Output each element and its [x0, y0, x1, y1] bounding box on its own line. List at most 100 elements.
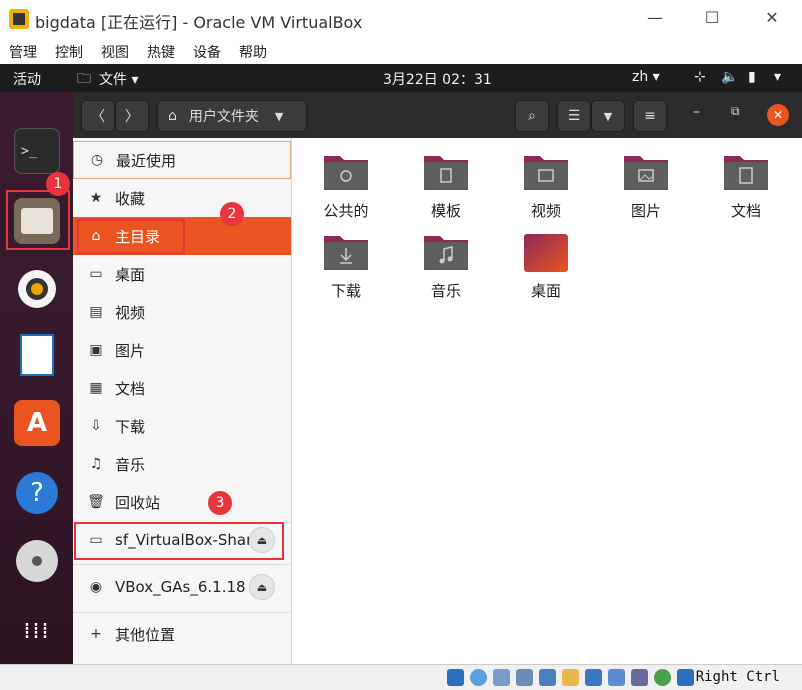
share-icon — [324, 156, 368, 190]
terminal-icon[interactable]: >_ — [14, 128, 60, 174]
recording-icon[interactable] — [608, 669, 625, 686]
menu-hotkey[interactable]: 热键 — [147, 42, 175, 62]
sidebar-separator — [73, 564, 291, 565]
annotation-badge-2: 2 — [220, 202, 244, 226]
sidebar-item-pictures[interactable]: ▣ 图片 — [73, 331, 291, 369]
sidebar-label: 其他位置 — [115, 625, 176, 644]
hamburger-menu-button[interactable]: ≡ — [633, 100, 667, 132]
menu-manage[interactable]: 管理 — [9, 42, 37, 62]
folder-label: 下载 — [330, 282, 361, 300]
disc-icon: ◉ — [89, 579, 103, 595]
sidebar-item-other-locations[interactable]: + 其他位置 — [73, 615, 291, 653]
optical-drive-icon[interactable] — [470, 669, 487, 686]
sidebar-item-desktop[interactable]: ▭ 桌面 — [73, 255, 291, 293]
sidebar-item-downloads[interactable]: ⇩ 下载 — [73, 407, 291, 445]
folder-documents[interactable]: 文档 — [708, 144, 788, 224]
menu-control[interactable]: 控制 — [55, 42, 83, 62]
folder-music[interactable]: 音乐 — [408, 224, 488, 304]
folder-label: 音乐 — [430, 282, 461, 300]
network-adapter-icon[interactable] — [516, 669, 533, 686]
sidebar-label: 下载 — [115, 417, 146, 436]
sidebar-label: 回收站 — [115, 493, 161, 512]
eject-icon[interactable]: ⏏ — [249, 574, 275, 600]
sidebar-label: 音乐 — [115, 455, 146, 474]
vbox-title-bar: bigdata [正在运行] - Oracle VM VirtualBox — … — [0, 0, 802, 38]
menu-devices[interactable]: 设备 — [193, 42, 221, 62]
folder-label: 桌面 — [530, 282, 561, 300]
system-menu-arrow-icon[interactable]: ▾ — [774, 69, 781, 85]
close-window-button[interactable]: ✕ — [767, 104, 789, 126]
desktop-icon: ▭ — [89, 266, 103, 282]
audio-icon[interactable] — [493, 669, 510, 686]
maximize-button[interactable]: ☐ — [700, 8, 724, 30]
sidebar-item-documents[interactable]: ▦ 文档 — [73, 369, 291, 407]
restore-window-button[interactable]: ⧉ — [731, 104, 740, 119]
folder-public[interactable]: 公共的 — [308, 144, 388, 224]
cpu-icon[interactable] — [631, 669, 648, 686]
vt-x-icon[interactable] — [654, 669, 671, 686]
image-icon: ▣ — [89, 342, 103, 358]
libreoffice-writer-icon[interactable] — [14, 332, 60, 378]
ubuntu-software-icon[interactable]: A — [14, 400, 60, 446]
search-button[interactable]: ⌕ — [515, 100, 549, 132]
folder-videos[interactable]: 视频 — [508, 144, 588, 224]
chevron-down-icon: ▼ — [274, 109, 284, 123]
folder-label: 模板 — [430, 202, 461, 220]
clock[interactable]: 3月22日 02：31 — [383, 69, 492, 89]
sidebar-item-vbox-gas[interactable]: ◉ VBox_GAs_6.1.18 ⏏ — [73, 568, 291, 606]
language-indicator[interactable]: zh ▾ — [632, 69, 660, 85]
folder-label: 图片 — [630, 202, 661, 220]
activities-button[interactable]: 活动 — [13, 69, 41, 89]
rhythmbox-icon[interactable] — [14, 266, 60, 312]
sidebar-separator — [73, 612, 291, 613]
folder-desktop[interactable]: 桌面 — [508, 224, 588, 304]
home-icon: ⌂ — [168, 108, 177, 124]
plus-icon: + — [90, 626, 102, 642]
sidebar-item-starred[interactable]: ★ 收藏 — [73, 179, 291, 217]
display-icon[interactable] — [585, 669, 602, 686]
sidebar-item-recent[interactable]: ◷ 最近使用 — [73, 141, 291, 179]
sidebar-label: VBox_GAs_6.1.18 — [115, 578, 246, 596]
minimize-window-button[interactable]: – — [693, 104, 700, 120]
usb-icon[interactable] — [539, 669, 556, 686]
download-icon: ⇩ — [90, 418, 102, 434]
shared-folders-icon[interactable] — [562, 669, 579, 686]
optical-disc-icon[interactable] — [14, 538, 60, 584]
volume-icon[interactable]: 🔈 — [721, 69, 738, 85]
document-icon: ▦ — [89, 380, 103, 396]
menu-view[interactable]: 视图 — [101, 42, 129, 62]
storage-icon[interactable] — [447, 669, 464, 686]
clock-icon: ◷ — [90, 152, 104, 168]
minimize-button[interactable]: — — [643, 8, 667, 30]
files-sidebar: ◷ 最近使用 ★ 收藏 ⌂ 主目录 ▭ 桌面 ▤ 视频 ▣ 图片 ▦ 文档 ⇩ 下载 ♫ 音乐 🗑… — [73, 138, 292, 664]
sidebar-label: 文档 — [115, 379, 146, 398]
folder-pictures[interactable]: 图片 — [608, 144, 688, 224]
window-title: bigdata [正在运行] - Oracle VM VirtualBox — [35, 13, 363, 32]
show-applications-icon[interactable]: ⁞⁞⁞ — [14, 608, 60, 654]
sidebar-item-videos[interactable]: ▤ 视频 — [73, 293, 291, 331]
virtualbox-logo-icon — [9, 9, 29, 29]
path-bar[interactable]: ⌂ 用户文件夹 ▼ — [157, 100, 307, 132]
close-button[interactable]: ✕ — [760, 8, 784, 30]
annotation-badge-3: 3 — [208, 491, 232, 515]
folder-templates[interactable]: 模板 — [408, 144, 488, 224]
back-button[interactable]: 〈 — [81, 100, 115, 132]
network-icon[interactable]: ⊹ — [694, 69, 706, 85]
menu-help[interactable]: 帮助 — [239, 42, 267, 62]
battery-icon[interactable]: ▮ — [748, 69, 756, 85]
sidebar-label: 视频 — [115, 303, 146, 322]
sidebar-label: 桌面 — [115, 265, 146, 284]
folder-downloads[interactable]: 下载 — [308, 224, 388, 304]
view-list-button[interactable]: ☰ — [557, 100, 591, 132]
mouse-integration-icon[interactable] — [677, 669, 694, 686]
sidebar-item-trash[interactable]: 🗑 回收站 — [73, 483, 291, 521]
sidebar-label: 图片 — [115, 341, 146, 360]
music-icon — [424, 236, 468, 270]
forward-button[interactable]: 〉 — [115, 100, 149, 132]
app-menu[interactable]: 文件 ▾ — [99, 69, 138, 89]
help-icon[interactable]: ? — [14, 470, 60, 516]
folder-label: 文档 — [730, 202, 761, 220]
download-icon — [324, 236, 368, 270]
sidebar-item-music[interactable]: ♫ 音乐 — [73, 445, 291, 483]
view-options-button[interactable]: ▼ — [591, 100, 625, 132]
